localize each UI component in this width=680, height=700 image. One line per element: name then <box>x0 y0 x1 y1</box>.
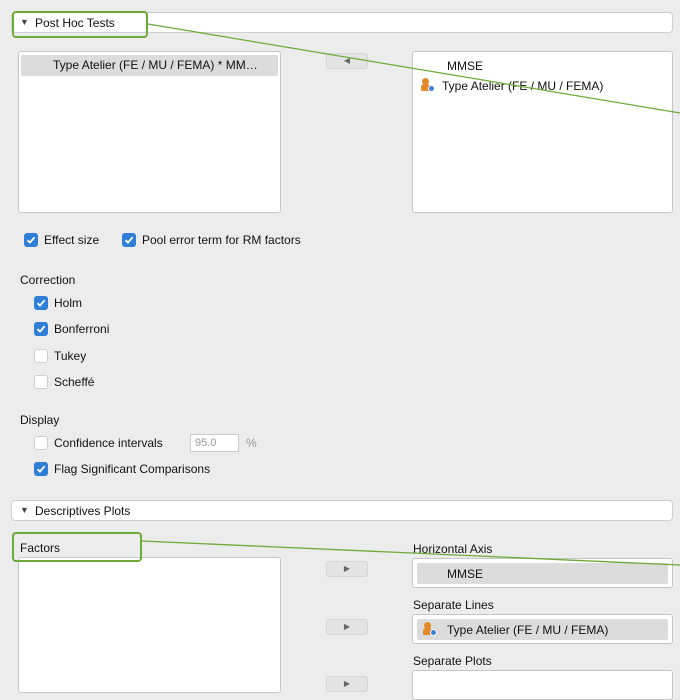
post-hoc-callout-line <box>147 23 680 114</box>
factors-callout-line <box>141 540 680 566</box>
callout-lines <box>141 23 680 566</box>
